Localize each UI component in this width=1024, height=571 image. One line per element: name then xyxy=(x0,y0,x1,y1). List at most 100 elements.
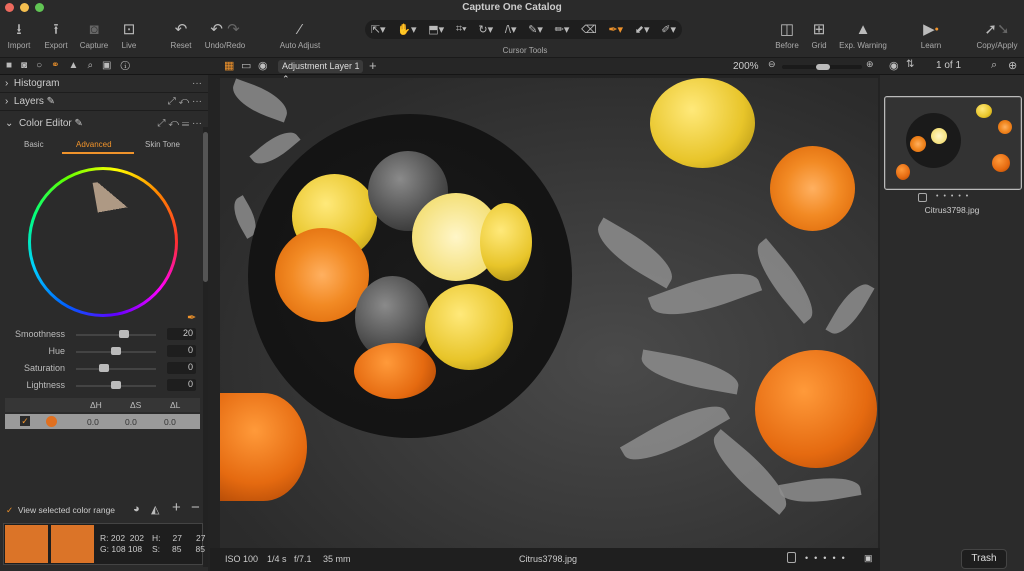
picker-icon[interactable]: ✒ xyxy=(187,311,196,324)
color-table-row[interactable]: ✓ 0.0 0.0 0.0 xyxy=(5,414,200,429)
zoom-out-icon[interactable]: ⊖ xyxy=(768,59,776,70)
slider-thumb[interactable] xyxy=(99,364,109,372)
color-tab-icon[interactable]: ⚭ xyxy=(51,60,68,71)
tool-tab-bar: ■◙○⚭▲⌕▣ⓘ ▦ ▭ ◉ Adjustment Layer 1 ⌃ + 20… xyxy=(0,58,1024,84)
remove-color-button[interactable]: − xyxy=(191,499,200,516)
copy-apply-icon: ➚➘ xyxy=(984,21,1010,38)
learn-play-icon: ▶● xyxy=(923,21,939,38)
more-icon[interactable]: ··· xyxy=(192,75,202,93)
exposure-tab-icon[interactable]: ▲ xyxy=(69,60,88,71)
slider-value-field[interactable]: 20 xyxy=(167,328,196,340)
thumb-checkbox[interactable] xyxy=(918,193,927,202)
search-icon[interactable]: ⌕ xyxy=(991,59,997,72)
tab-advanced[interactable]: Advanced xyxy=(76,140,112,149)
slider-hue: Hue 0 xyxy=(0,345,208,359)
mask-icon[interactable]: ◭ xyxy=(151,503,159,516)
zoom-in-icon[interactable]: ⊕ xyxy=(866,59,874,70)
active-tab-indicator xyxy=(62,152,134,154)
image-viewer[interactable] xyxy=(220,78,878,548)
slider-value-field[interactable]: 0 xyxy=(167,362,196,374)
rgb-values: R: 202 202 G: 108 108 xyxy=(100,533,144,554)
eraser-icon[interactable]: ⌫ xyxy=(581,23,597,36)
left-tool-panel: › Histogram ··· › Layers ✎ ⤢ ↶ ··· ⌄ Color… xyxy=(0,75,208,571)
color-tag-icon[interactable]: ▣ xyxy=(864,553,873,564)
tab-skin-tone[interactable]: Skin Tone xyxy=(145,140,180,149)
pie-icon[interactable]: ◕ xyxy=(133,503,140,515)
add-color-button[interactable]: + xyxy=(172,499,181,516)
tool-tabs[interactable]: ■◙○⚭▲⌕▣ⓘ xyxy=(6,60,139,71)
lens-icon[interactable]: ○ xyxy=(36,60,51,71)
aperture: f/7.1 xyxy=(294,554,312,564)
zoom-slider-thumb[interactable] xyxy=(816,64,830,70)
rotate-icon[interactable]: ↻▾ xyxy=(478,23,493,36)
hs-values: H: 27 27 S: 85 85 xyxy=(152,533,206,554)
color-picker-icon[interactable]: ✒▾ xyxy=(608,23,623,36)
row-checkbox[interactable]: ✓ xyxy=(20,416,30,426)
browser-zoom-icon[interactable]: ⊕ xyxy=(1008,59,1017,72)
slider-label: Saturation xyxy=(23,363,65,373)
select-cursor-icon[interactable]: ⇱▾ xyxy=(371,23,386,36)
histogram-section[interactable]: › Histogram ··· xyxy=(0,75,208,93)
cursor-tools: ⇱▾ ✋▾ ⬒▾ ⌗▾ ↻▾ /\▾ ✎▾ ✏▾ ⌫ ✒▾ ⬋▾ ✐▾ xyxy=(365,20,682,39)
before-swatch xyxy=(5,525,48,563)
color-editor-actions-icon[interactable]: ⤢ ↶ ☰ ··· xyxy=(157,115,202,133)
tab-basic[interactable]: Basic xyxy=(24,140,44,149)
brush-icon[interactable]: ✏▾ xyxy=(555,23,570,36)
color-table-header: ΔH ΔS ΔL xyxy=(5,398,200,412)
learn-button[interactable]: ▶● Learn xyxy=(909,19,953,50)
exp-warning-button[interactable]: ▲ Exp. Warning xyxy=(833,19,893,50)
window-title: Capture One Catalog xyxy=(462,2,562,13)
slider-value-field[interactable]: 0 xyxy=(167,345,196,357)
details-tab-icon[interactable]: ⌕ xyxy=(87,60,102,71)
select-checkbox[interactable] xyxy=(787,552,796,563)
eye-icon[interactable]: ◉ xyxy=(889,59,899,72)
slider-thumb[interactable] xyxy=(119,330,129,338)
layers-section[interactable]: › Layers ✎ ⤢ ↶ ··· xyxy=(0,93,208,111)
color-wheel[interactable] xyxy=(28,167,178,317)
auto-adjust-button[interactable]: ⁄ Auto Adjust xyxy=(274,19,326,50)
slider-label: Hue xyxy=(48,346,65,356)
slider-value-field[interactable]: 0 xyxy=(167,379,196,391)
undo-redo-button[interactable]: ↶ ↷ Undo/Redo xyxy=(199,19,251,50)
slider-track[interactable] xyxy=(76,368,156,370)
pan-icon[interactable]: ✋▾ xyxy=(397,23,416,36)
loupe-icon[interactable]: ⬒▾ xyxy=(428,23,444,36)
metadata-tab-icon[interactable]: ⓘ xyxy=(121,60,139,71)
title-bar: Capture One Catalog xyxy=(0,0,1024,15)
slider-smoothness: Smoothness 20 xyxy=(0,328,208,342)
color-editor-section[interactable]: ⌄ Color Editor ✎ ⤢ ↶ ☰ ··· xyxy=(0,115,208,133)
view-range-checkbox[interactable]: ✓ View selected color range xyxy=(6,505,115,516)
proof-view-icon[interactable]: ◉ xyxy=(258,59,268,72)
library-icon[interactable]: ■ xyxy=(6,60,21,71)
zoom-slider[interactable] xyxy=(782,64,862,70)
thumb-rating[interactable]: ••••• xyxy=(936,193,973,200)
reset-icon: ↶ xyxy=(174,21,188,38)
thumbnail[interactable] xyxy=(884,96,1022,190)
iso: ISO 100 xyxy=(225,554,259,564)
star-rating[interactable]: ••••• xyxy=(805,553,851,563)
slider-label: Lightness xyxy=(26,380,65,390)
slider-thumb[interactable] xyxy=(111,347,121,355)
undo-redo-icon: ↶ ↷ xyxy=(210,21,240,38)
crop-icon[interactable]: ⌗▾ xyxy=(456,23,467,36)
single-view-icon[interactable]: ▭ xyxy=(241,59,251,72)
add-layer-button[interactable]: + xyxy=(369,58,377,73)
slider-saturation: Saturation 0 xyxy=(0,362,208,376)
pen-icon[interactable]: ✐▾ xyxy=(661,23,676,36)
capture-tab-icon[interactable]: ◙ xyxy=(21,60,36,71)
live-button[interactable]: ⊡ Live xyxy=(107,19,151,50)
trash-button[interactable]: Trash xyxy=(961,549,1007,569)
picker-icon[interactable]: ✎▾ xyxy=(528,23,543,36)
layer-select[interactable]: Adjustment Layer 1 ⌃ xyxy=(278,60,363,84)
slider-thumb[interactable] xyxy=(111,381,121,389)
keystone-icon[interactable]: /\▾ xyxy=(505,23,517,36)
grid-view-icon[interactable]: ▦ xyxy=(224,59,234,72)
adjustments-tab-icon[interactable]: ▣ xyxy=(102,60,120,71)
annotate-icon[interactable]: ⬋▾ xyxy=(635,23,650,36)
layers-actions-icon[interactable]: ⤢ ↶ ··· xyxy=(168,93,202,111)
sort-icon[interactable]: ⇅ xyxy=(906,59,914,70)
copy-apply-button[interactable]: ➚➘ Copy/Apply xyxy=(970,19,1024,50)
reset-button[interactable]: ↶ Reset xyxy=(159,19,203,50)
slider-track[interactable] xyxy=(76,334,156,336)
browser-panel: ••••• Citrus3798.jpg Trash xyxy=(880,75,1024,571)
